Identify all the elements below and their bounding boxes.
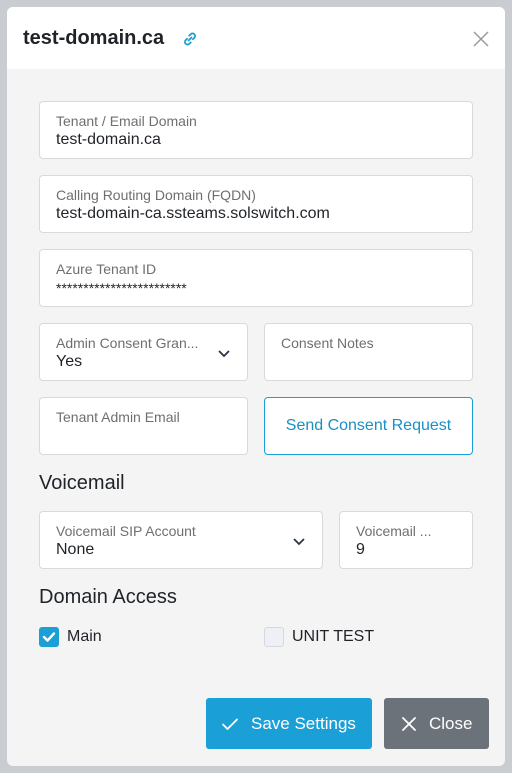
send-consent-button[interactable]: Send Consent Request: [264, 397, 473, 455]
voicemail-sip-select[interactable]: Voicemail SIP Account None: [39, 511, 323, 569]
tenant-domain-label: Tenant / Email Domain: [56, 113, 197, 129]
consent-notes-field[interactable]: Consent Notes: [264, 323, 473, 381]
check-icon: [222, 718, 238, 730]
admin-email-field[interactable]: Tenant Admin Email: [39, 397, 248, 455]
tenant-domain-value: test-domain.ca: [56, 131, 161, 148]
close-label: Close: [429, 714, 473, 733]
unit-test-checkbox-label[interactable]: UNIT TEST: [292, 628, 374, 646]
unit-test-checkbox[interactable]: [264, 627, 284, 647]
consent-notes-label: Consent Notes: [281, 335, 374, 351]
close-button[interactable]: Close: [384, 698, 489, 749]
routing-domain-field[interactable]: Calling Routing Domain (FQDN) test-domai…: [39, 175, 473, 233]
main-checkbox[interactable]: [39, 627, 59, 647]
tenant-domain-field[interactable]: Tenant / Email Domain test-domain.ca: [39, 101, 473, 159]
voicemail-sip-value: None: [56, 541, 95, 558]
admin-email-label: Tenant Admin Email: [56, 409, 180, 425]
azure-tenant-field[interactable]: Azure Tenant ID ************************: [39, 249, 473, 307]
domain-access-heading: Domain Access: [39, 586, 177, 608]
voicemail-sip-label: Voicemail SIP Account: [56, 523, 196, 539]
save-settings-label: Save Settings: [251, 714, 356, 733]
azure-tenant-value: ************************: [56, 280, 187, 296]
voicemail-other-value: 9: [356, 541, 365, 558]
voicemail-other-field[interactable]: Voicemail ... 9: [339, 511, 473, 569]
routing-domain-value: test-domain-ca.ssteams.solswitch.com: [56, 205, 330, 222]
routing-domain-label: Calling Routing Domain (FQDN): [56, 187, 256, 203]
admin-consent-label: Admin Consent Gran...: [56, 335, 199, 351]
chevron-down-icon: [293, 538, 305, 546]
checkmark-icon: [42, 632, 56, 642]
settings-modal: test-domain.ca Tenant / Email Domain tes…: [7, 7, 505, 766]
admin-consent-select[interactable]: Admin Consent Gran... Yes: [39, 323, 248, 381]
voicemail-other-label: Voicemail ...: [356, 523, 432, 539]
link-icon[interactable]: [182, 31, 198, 47]
save-settings-button[interactable]: Save Settings: [206, 698, 372, 749]
voicemail-heading: Voicemail: [39, 472, 125, 494]
modal-header: test-domain.ca: [7, 7, 505, 69]
main-checkbox-label[interactable]: Main: [67, 628, 102, 646]
modal-title: test-domain.ca: [23, 27, 165, 49]
close-icon[interactable]: [473, 31, 489, 47]
admin-consent-value: Yes: [56, 353, 83, 370]
close-icon: [402, 717, 416, 731]
chevron-down-icon: [218, 350, 230, 358]
azure-tenant-label: Azure Tenant ID: [56, 261, 157, 277]
